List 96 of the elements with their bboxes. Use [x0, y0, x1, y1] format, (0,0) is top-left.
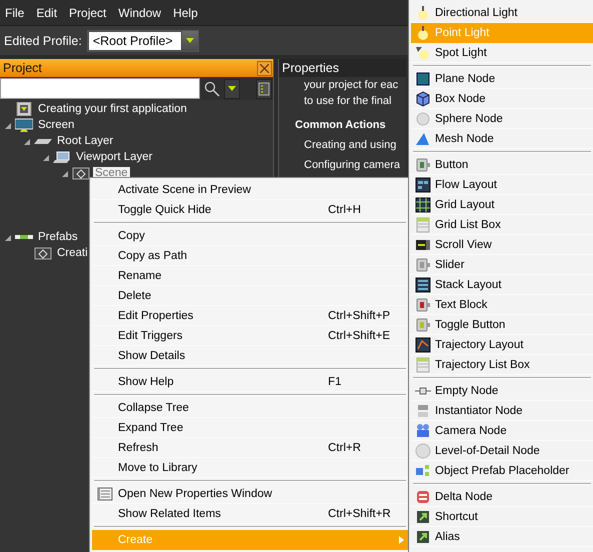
- menu-item[interactable]: Slider: [411, 255, 593, 275]
- list-icon: [415, 356, 431, 372]
- control-icon: [415, 296, 431, 312]
- tree-item[interactable]: Creating your first application: [36, 103, 189, 115]
- stack-icon: [415, 402, 431, 418]
- menu-bar-item[interactable]: Project: [68, 4, 108, 20]
- menu-item[interactable]: Object Prefab Placeholder: [411, 461, 593, 481]
- menu-item[interactable]: Delete: [92, 286, 408, 306]
- help-link[interactable]: Configuring camera: [304, 158, 400, 173]
- menu-item[interactable]: Copy as Path: [92, 246, 408, 266]
- menu-item[interactable]: Button: [411, 155, 593, 175]
- list-icon: [415, 216, 431, 232]
- menu-item[interactable]: Scroll View: [411, 235, 593, 255]
- tree-item[interactable]: Screen: [36, 119, 76, 131]
- tree-item[interactable]: Root Layer: [55, 135, 116, 147]
- help-text: to use for the final: [304, 94, 392, 109]
- menu-item[interactable]: Mesh Node: [411, 129, 593, 149]
- menu-item[interactable]: Show Related Items Ctrl+Shift+R: [92, 504, 408, 524]
- section-heading: Common Actions: [295, 118, 386, 133]
- sphere-icon: [415, 442, 431, 458]
- menu-item[interactable]: Toggle Button: [411, 315, 593, 335]
- tree-item[interactable]: Creati: [55, 247, 90, 259]
- menu-item[interactable]: Delta Node: [411, 487, 593, 507]
- control-icon: [415, 156, 431, 172]
- delta-icon: [415, 488, 431, 504]
- menu-item[interactable]: Sphere Node: [411, 109, 593, 129]
- menu-item[interactable]: Move to Library: [92, 458, 408, 478]
- control-icon: [415, 256, 431, 272]
- layout-icon: [415, 176, 431, 192]
- menu-bar-item[interactable]: Window: [117, 4, 162, 20]
- spotlight-icon: [415, 44, 431, 60]
- menu-item[interactable]: Box Node: [411, 89, 593, 109]
- menu-item[interactable]: Empty Node: [411, 381, 593, 401]
- profile-dropdown[interactable]: <Root Profile>: [86, 30, 199, 52]
- menu-item[interactable]: Instantiator Node: [411, 401, 593, 421]
- menu-item[interactable]: Text Block: [411, 295, 593, 315]
- square-icon: [415, 70, 431, 86]
- sphere-icon: [415, 110, 431, 126]
- close-icon: [260, 64, 269, 72]
- filter-dropdown-button[interactable]: [224, 78, 240, 98]
- viewport-icon: [53, 150, 71, 164]
- stack-icon: [415, 276, 431, 292]
- menu-bar-item[interactable]: Edit: [35, 4, 58, 20]
- menu-item[interactable]: Camera Node: [411, 421, 593, 441]
- camera-icon: [415, 422, 431, 438]
- menu-item[interactable]: Grid List Box: [411, 215, 593, 235]
- grid-icon: [415, 196, 431, 212]
- monitor-icon: [15, 118, 33, 132]
- menu-item[interactable]: Stack Layout: [411, 275, 593, 295]
- panel-title: Project: [3, 61, 42, 75]
- menu-item[interactable]: Trajectory Layout: [411, 335, 593, 355]
- menu-item[interactable]: Copy: [92, 226, 408, 246]
- menu-item[interactable]: Edit Properties Ctrl+Shift+P: [92, 306, 408, 326]
- caret-icon: [186, 38, 194, 43]
- menu-item[interactable]: Grid Layout: [411, 195, 593, 215]
- menu-item[interactable]: Shortcut: [411, 507, 593, 527]
- document-icon: [15, 102, 33, 116]
- menu-bar-item[interactable]: Help: [172, 4, 199, 20]
- menu-item[interactable]: Level-of-Detail Node: [411, 441, 593, 461]
- tree-item[interactable]: Prefabs: [36, 231, 80, 243]
- help-link[interactable]: Creating and using: [304, 138, 396, 153]
- menu-item[interactable]: Alias: [411, 527, 593, 547]
- menu-item[interactable]: Refresh Ctrl+R: [92, 438, 408, 458]
- menu-item[interactable]: Show Help F1: [92, 372, 408, 392]
- panel-title: Properties: [282, 61, 339, 75]
- tree-item[interactable]: Viewport Layer: [74, 151, 154, 163]
- menu-item[interactable]: Trajectory List Box: [411, 355, 593, 375]
- profile-label: Edited Profile:: [4, 34, 82, 48]
- search-icon[interactable]: [204, 80, 220, 96]
- menu-item[interactable]: Open New Properties Window: [92, 484, 408, 504]
- menu-item[interactable]: Show Details: [92, 346, 408, 366]
- menu-item[interactable]: Plane Node: [411, 69, 593, 89]
- menu-item[interactable]: Expand Tree: [92, 418, 408, 438]
- menu-item[interactable]: Rename: [92, 266, 408, 286]
- light-icon: [415, 24, 431, 40]
- menu-item[interactable]: Spot Light: [411, 43, 593, 63]
- control-icon: [415, 316, 431, 332]
- scene-icon: [72, 166, 90, 180]
- caret-icon: [228, 86, 236, 91]
- cube-icon: [415, 90, 431, 106]
- help-text: your project for eac: [304, 78, 398, 93]
- blocks-icon: [415, 462, 431, 478]
- menu-item[interactable]: Flow Layout: [411, 175, 593, 195]
- menu-item[interactable]: Activate Scene in Preview: [92, 180, 408, 200]
- menu-item[interactable]: Edit Triggers Ctrl+Shift+E: [92, 326, 408, 346]
- menu-item[interactable]: Toggle Quick Hide Ctrl+H: [92, 200, 408, 220]
- menu-bar-item[interactable]: File: [4, 4, 26, 20]
- light-icon: [415, 4, 431, 20]
- triangle-icon: [415, 130, 431, 146]
- path-icon: [415, 336, 431, 352]
- panel-icon: [258, 82, 270, 96]
- view-button[interactable]: [256, 78, 272, 98]
- search-field[interactable]: [0, 78, 200, 99]
- scene-icon: [34, 246, 52, 260]
- menu-item[interactable]: Collapse Tree: [92, 398, 408, 418]
- close-button[interactable]: [257, 60, 272, 76]
